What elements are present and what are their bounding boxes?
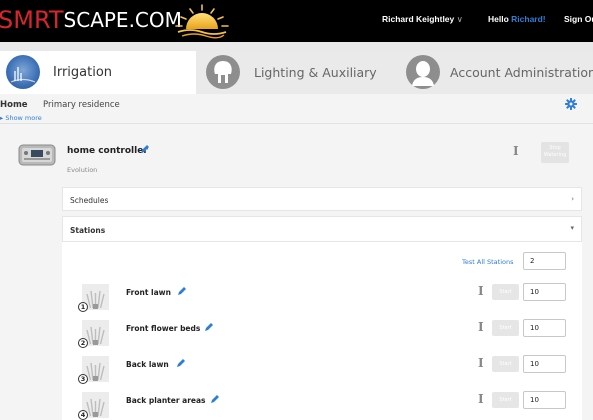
site-logo[interactable]: SMRTSCAPE.COM: [0, 6, 182, 36]
station-number-badge: 1: [78, 302, 88, 312]
start-button[interactable]: Start: [492, 392, 519, 408]
gear-icon[interactable]: [565, 98, 577, 110]
info-icon[interactable]: I: [478, 320, 484, 334]
pencil-icon[interactable]: [140, 144, 150, 154]
station-name: Back planter areas: [126, 396, 206, 405]
info-icon[interactable]: I: [478, 356, 484, 370]
user-menu-label: Richard Keightley: [382, 14, 455, 24]
station-number-badge: 3: [78, 374, 88, 384]
station-number-badge: 2: [78, 338, 88, 348]
duration-input[interactable]: 10: [523, 319, 566, 337]
station-row: 1 Front lawn I Start 10: [62, 280, 582, 316]
water-drop-icon: [6, 55, 40, 89]
pencil-icon[interactable]: [204, 322, 214, 332]
chevron-down-icon: ▾: [570, 224, 574, 232]
tab-irrigation-label: Irrigation: [53, 65, 113, 80]
tab-account-administration[interactable]: Account Administration: [392, 51, 593, 94]
chevron-right-icon: ›: [571, 195, 574, 203]
station-number-badge: 4: [78, 410, 88, 420]
schedules-title: Schedules: [70, 196, 109, 205]
station-row: 4 Back planter areas I Start 10: [62, 388, 582, 420]
tab-lighting-label: Lighting & Auxiliary: [254, 65, 377, 80]
info-icon[interactable]: I: [513, 144, 519, 158]
info-icon[interactable]: I: [478, 284, 484, 298]
breadcrumb-home[interactable]: Home: [0, 100, 28, 110]
tab-lighting-auxiliary[interactable]: Lighting & Auxiliary: [196, 51, 392, 94]
test-all-duration-input[interactable]: 2: [523, 252, 566, 270]
start-button[interactable]: Start: [492, 320, 519, 336]
stations-title: Stations: [70, 226, 106, 235]
main-tabs: Irrigation Lighting & Auxiliary Account …: [0, 42, 593, 94]
duration-input[interactable]: 10: [523, 283, 566, 301]
sun-logo-icon: [175, 4, 229, 39]
show-more-link[interactable]: ▸ Show more: [0, 114, 42, 122]
station-name: Front flower beds: [126, 324, 201, 333]
start-button[interactable]: Start: [492, 284, 519, 300]
logo-smrt: SMRT: [0, 6, 64, 34]
stations-list: Test All Stations 2 1 Front lawn I Start…: [62, 242, 582, 420]
breadcrumb: Home Primary residence ▸ Show more: [0, 94, 593, 124]
station-row: 3 Back lawn I Start 10: [62, 352, 582, 388]
pencil-icon[interactable]: [210, 394, 220, 404]
schedules-panel[interactable]: Schedules ›: [62, 187, 582, 211]
controller-card: home controller Evolution I Stop Waterin…: [0, 124, 593, 187]
info-icon[interactable]: I: [478, 392, 484, 406]
logo-scape: SCAPE.COM: [63, 8, 182, 32]
duration-input[interactable]: 10: [523, 391, 566, 409]
station-name: Front lawn: [126, 288, 171, 297]
sign-out-link[interactable]: Sign Out: [564, 14, 593, 24]
pencil-icon[interactable]: [177, 286, 187, 296]
greeting-prefix: Hello: [488, 14, 512, 24]
chevron-down-icon: ∨: [456, 14, 463, 24]
duration-input[interactable]: 10: [523, 355, 566, 373]
breadcrumb-location: Primary residence: [43, 100, 120, 110]
start-button[interactable]: Start: [492, 356, 519, 372]
greeting-name: Richard!: [511, 14, 546, 24]
top-navbar: SMRTSCAPE.COM Richard Keightley ∨ Hello …: [0, 0, 593, 42]
controller-name: home controller: [67, 146, 148, 156]
stop-watering-button[interactable]: Stop Watering: [541, 142, 569, 163]
main-content: home controller Evolution I Stop Waterin…: [0, 124, 593, 420]
station-name: Back lawn: [126, 360, 169, 369]
pencil-icon[interactable]: [176, 358, 186, 368]
user-menu[interactable]: Richard Keightley ∨: [382, 14, 463, 25]
station-row: 2 Front flower beds I Start 10: [62, 316, 582, 352]
tab-irrigation[interactable]: Irrigation: [0, 51, 196, 94]
controller-model: Evolution: [67, 166, 98, 174]
lightbulb-icon: [206, 55, 240, 89]
stations-panel[interactable]: Stations ▾: [62, 216, 582, 242]
test-all-stations-link[interactable]: Test All Stations: [462, 258, 514, 266]
person-icon: [406, 55, 440, 89]
controller-device-icon: [18, 144, 56, 166]
tab-account-label: Account Administration: [450, 65, 593, 80]
greeting: Hello Richard!: [488, 14, 546, 24]
